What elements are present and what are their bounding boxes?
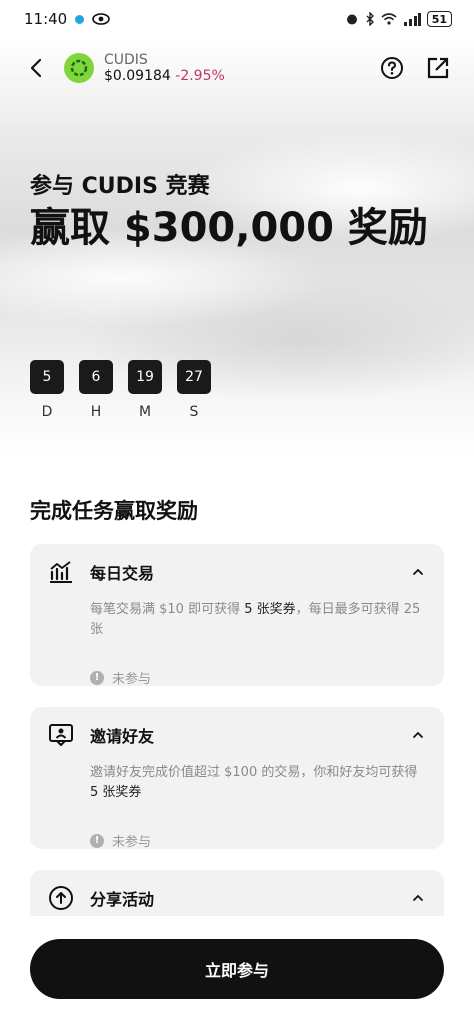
bluetooth-icon	[366, 12, 374, 26]
help-button[interactable]	[378, 54, 406, 82]
task-status: ! 未参与	[90, 831, 426, 850]
task-title: 每日交易	[90, 564, 155, 583]
help-icon	[381, 57, 403, 79]
wifi-icon	[381, 13, 397, 25]
chevron-left-icon	[30, 58, 42, 78]
collapse-button[interactable]	[410, 727, 426, 743]
eye-icon	[92, 13, 111, 25]
signal-icon	[403, 12, 421, 26]
hero-subtitle: 参与 CUDIS 竞赛	[30, 174, 210, 199]
countdown-value: 27	[177, 360, 211, 394]
chart-icon	[50, 561, 72, 583]
task-card-invite-friends[interactable]: 邀请好友 邀请好友完成价值超过 $100 的交易，你和好友均可获得 5 张奖券 …	[30, 707, 444, 850]
countdown-timer: 5 D 6 H 19 M 27 S	[30, 360, 211, 420]
token-logo-icon	[70, 59, 88, 77]
countdown-hours: 6 H	[79, 360, 113, 420]
token-change: -2.95%	[175, 68, 225, 84]
join-now-button[interactable]: 立即参与	[30, 939, 444, 999]
countdown-label: S	[189, 404, 199, 420]
back-button[interactable]	[22, 54, 50, 82]
token-info[interactable]: CUDIS $0.09184 -2.95%	[104, 52, 225, 84]
collapse-button[interactable]	[410, 890, 426, 906]
task-status-text: 未参与	[112, 672, 152, 687]
share-icon	[49, 886, 73, 910]
task-title: 分享活动	[90, 890, 155, 909]
chevron-up-icon	[413, 568, 423, 575]
exclamation-icon: !	[90, 670, 104, 685]
exclamation-icon: !	[90, 833, 104, 848]
collapse-button[interactable]	[410, 564, 426, 580]
token-logo	[64, 53, 94, 83]
chevron-up-icon	[413, 894, 423, 901]
external-link-icon	[427, 57, 449, 79]
task-title: 邀请好友	[90, 727, 155, 746]
countdown-label: H	[90, 404, 102, 420]
countdown-label: D	[41, 404, 53, 420]
countdown-days: 5 D	[30, 360, 64, 420]
invite-icon	[49, 724, 73, 746]
battery-icon: 51	[426, 11, 452, 27]
top-nav: CUDIS $0.09184 -2.95%	[0, 44, 474, 92]
countdown-value: 5	[30, 360, 64, 394]
status-time: 11:40	[24, 10, 68, 28]
task-description: 邀请好友完成价值超过 $100 的交易，你和好友均可获得 5 张奖券	[90, 765, 418, 800]
token-name: CUDIS	[104, 52, 148, 68]
task-status: ! 未参与	[90, 668, 426, 687]
status-bar: 11:40 51	[0, 0, 474, 38]
countdown-minutes: 19 M	[128, 360, 162, 420]
task-status-text: 未参与	[112, 835, 152, 850]
hero-title: 赢取 $300,000 奖励	[30, 205, 428, 251]
countdown-label: M	[138, 404, 152, 420]
tasks-section-title: 完成任务赢取奖励	[30, 499, 198, 523]
chevron-up-icon	[413, 731, 423, 738]
countdown-seconds: 27 S	[177, 360, 211, 420]
alarm-icon	[346, 14, 357, 25]
countdown-value: 6	[79, 360, 113, 394]
task-card-daily-trade[interactable]: 每日交易 每笔交易满 $10 即可获得 5 张奖券，每日最多可获得 25 张 !…	[30, 544, 444, 687]
notification-dot-icon	[75, 14, 85, 24]
token-price: $0.09184	[104, 68, 171, 84]
share-external-button[interactable]	[424, 54, 452, 82]
task-description: 每笔交易满 $10 即可获得 5 张奖券，每日最多可获得 25 张	[90, 602, 421, 637]
countdown-value: 19	[128, 360, 162, 394]
